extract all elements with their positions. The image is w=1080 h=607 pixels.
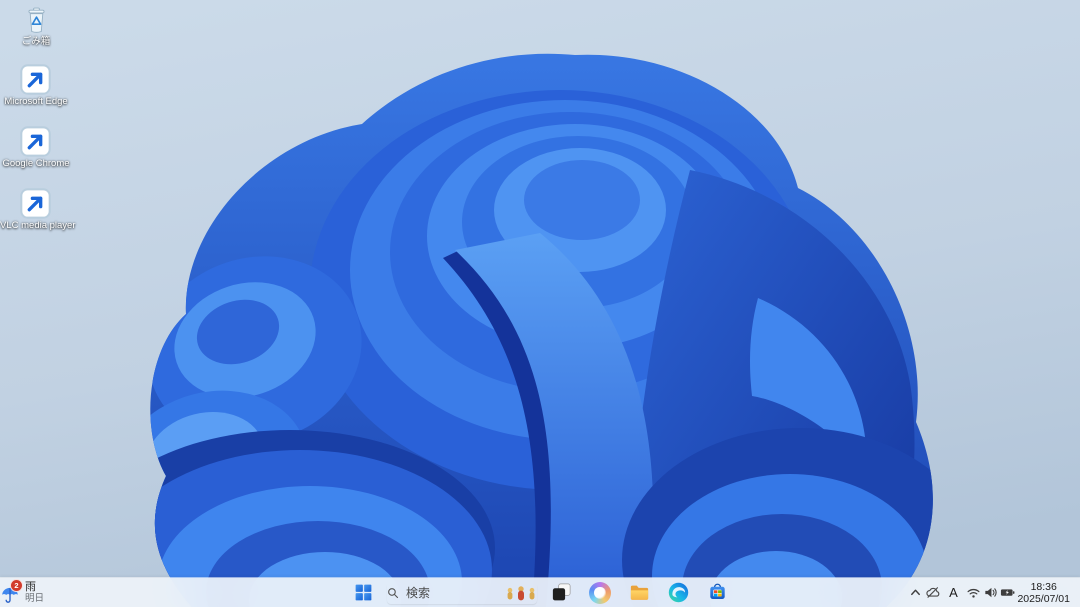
vlc-cone-icon [21,188,52,219]
search-box[interactable]: 検索 [387,582,537,604]
chevron-up-icon [911,589,921,596]
taskbar-center: 検索 [348,578,732,607]
windows-desktop: ごみ箱 Microsoft Edge Google Chrome VLC med… [0,0,1080,607]
search-icon [388,587,399,598]
shortcut-arrow-icon [20,126,51,157]
tray-overflow-button[interactable] [908,581,923,605]
edge-icon [21,64,52,95]
shortcut-arrow-icon [20,64,51,95]
desktop-icon-label: VLC media player [0,220,76,231]
desktop-icon-vlc[interactable]: VLC media player [0,188,76,231]
clock[interactable]: 18:36 2025/07/01 [1017,581,1070,605]
onedrive-button[interactable] [925,581,940,605]
file-explorer-icon [630,585,648,600]
microsoft-store-button[interactable] [702,580,732,606]
desktop-icon-label: ごみ箱 [21,36,51,47]
network-button[interactable] [966,581,981,605]
umbrella-icon: 2 [0,578,23,604]
battery-charging-icon [1001,589,1015,596]
shortcut-arrow-icon [20,188,51,219]
desktop-icon-recycle-bin[interactable]: ごみ箱 [0,4,72,47]
tray-date: 2025/07/01 [1017,592,1070,605]
chrome-icon [21,126,52,157]
desktop-icon-label: Microsoft Edge [4,96,68,107]
file-explorer-button[interactable] [624,580,654,606]
copilot-button[interactable] [585,580,615,606]
tray-time: 18:36 [1030,580,1057,593]
battery-button[interactable] [1000,581,1015,605]
wallpaper-bloom [0,0,1080,607]
taskbar: 2 雨 明日 検索 A 18:36 2025/07/01 [0,578,1080,607]
microsoft-store-icon [709,583,725,599]
volume-button[interactable] [983,581,998,605]
speaker-icon [985,587,998,598]
widgets-weather-button[interactable]: 2 雨 明日 [0,578,44,607]
weather-text: 雨 明日 [25,580,45,604]
wifi-icon [967,588,980,598]
weather-badge: 2 [10,578,23,592]
edge-icon [667,581,690,604]
start-button[interactable] [348,580,378,606]
desktop-icon-google-chrome[interactable]: Google Chrome [0,126,72,169]
system-tray: A 18:36 2025/07/01 [908,578,1080,607]
onedrive-cloud-slash-icon [926,587,940,598]
desktop-icon-microsoft-edge[interactable]: Microsoft Edge [0,64,72,107]
recycle-bin-icon [21,4,52,35]
weather-condition: 雨 [25,580,36,593]
task-view-button[interactable] [546,580,576,606]
ime-indicator[interactable]: A [942,581,964,605]
desktop-icon-label: Google Chrome [2,158,70,169]
windows-logo-icon [355,584,371,601]
task-view-icon [552,583,570,601]
copilot-icon [589,581,611,604]
weather-day: 明日 [25,592,45,604]
search-highlight-icon [507,585,535,600]
search-placeholder: 検索 [406,586,431,600]
edge-taskbar-button[interactable] [663,580,693,606]
